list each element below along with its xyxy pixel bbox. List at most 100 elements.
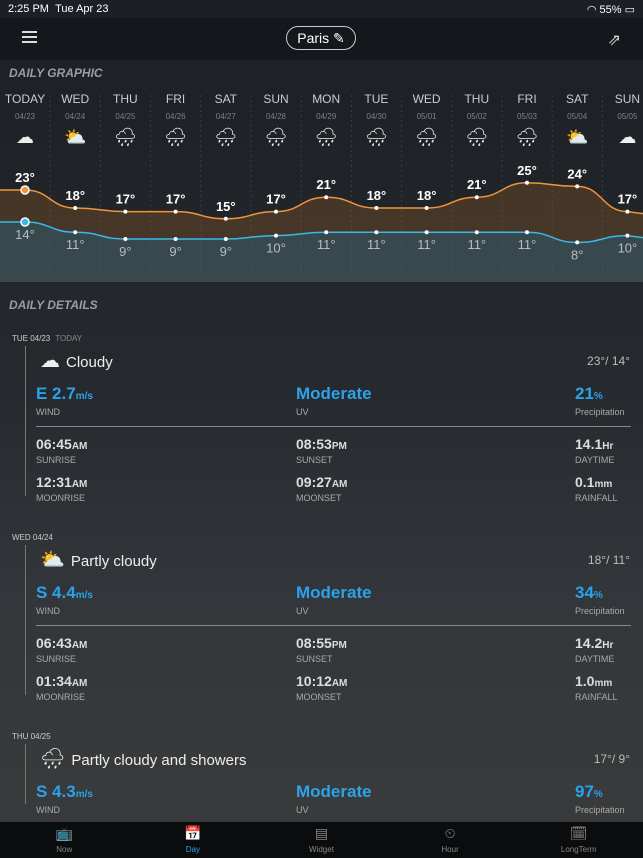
low-temp-label: 10° (266, 241, 286, 256)
day-date: 04/27 (215, 112, 236, 121)
day-column[interactable]: TODAY 04/23 ☁ (0, 92, 50, 148)
sunset-label: SUNSET (296, 654, 333, 664)
uv-value: Moderate (296, 782, 372, 801)
day-date: 05/01 (416, 112, 437, 121)
rain-label: RAINFALL (575, 692, 618, 702)
battery-icon: ▭ (624, 4, 635, 16)
day-column[interactable]: SAT 05/04 ⛅ (552, 92, 602, 148)
tab-label: Day (185, 845, 200, 854)
tab-widget[interactable]: ▤ Widget (257, 822, 386, 858)
day-name: SUN (263, 92, 289, 106)
tab-label: Now (56, 845, 73, 854)
day-column[interactable]: WED 05/01 🌧 (402, 92, 452, 148)
tab-longterm[interactable]: 🗓 LongTerm (514, 822, 643, 858)
tab-bar: 📺 Now 📅 Day ▤ Widget ⏲ Hour 🗓 LongTerm (0, 822, 643, 858)
uv-cell: Moderate UV (296, 583, 372, 616)
tab-now[interactable]: 📺 Now (0, 822, 129, 858)
low-point (223, 237, 228, 241)
partly-cloudy-icon: ⛅ (63, 127, 87, 147)
low-temp-label: 14° (15, 227, 35, 242)
low-point (525, 230, 529, 235)
rain-label: RAINFALL (575, 493, 618, 503)
precip-cell: 21% Precipitation (575, 384, 625, 417)
moonset-value: 09:27AM (296, 474, 348, 490)
high-temp-label: 18° (367, 188, 387, 203)
condition: 🌧 Partly cloudy and showers (40, 748, 247, 770)
clock-icon: ⏲ (444, 825, 456, 841)
divider (36, 625, 631, 626)
day-column[interactable]: SAT 04/27 🌧 (201, 92, 251, 148)
status-time: 2:25 PM (8, 3, 49, 15)
daily-graphic[interactable]: DAILY GRAPHIC 23° 18° 17° 17° 15° 17° 21° 18° 18… (0, 60, 643, 282)
daytime-cell: 14.2Hr DAYTIME (575, 635, 614, 664)
calendar-year-icon: 🗓 (569, 825, 588, 841)
high-temp-label: 18° (65, 188, 85, 203)
tab-hour[interactable]: ⏲ Hour (386, 822, 515, 858)
low-point (73, 230, 78, 235)
menu-icon[interactable] (22, 31, 37, 43)
day-column[interactable]: FRI 05/03 🌧 (502, 92, 552, 148)
showers-icon: 🌧 (465, 127, 489, 147)
day-column[interactable]: SUN 05/05 ☁ (602, 92, 643, 148)
low-temp-label: 11° (367, 237, 386, 252)
uv-cell: Moderate UV (296, 384, 372, 417)
moonset-cell: 10:12AM MOONSET (296, 673, 347, 702)
sunrise-label: SUNRISE (36, 654, 77, 664)
day-column[interactable]: SUN 04/28 🌧 (251, 92, 301, 148)
rain-cell: 0.1mm RAINFALL (575, 474, 618, 503)
rain-value: 1.0mm (575, 673, 613, 689)
low-temp-label: 11° (317, 237, 336, 252)
high-temp-label: 18° (417, 188, 437, 203)
city-selector[interactable]: Paris ✎ (286, 26, 356, 50)
rain-cell: 1.0mm RAINFALL (575, 673, 618, 702)
sunrise-label: SUNRISE (36, 455, 77, 465)
moonrise-label: MOONRISE (36, 493, 86, 503)
day-date: 04/25 (115, 112, 136, 121)
wind-value: S 4.4m/s (36, 583, 93, 602)
top-bar: Paris ✎ ⇗ (0, 18, 643, 60)
day-name: SAT (565, 92, 589, 106)
city-name: Paris (297, 30, 330, 46)
precip-value: 21% (575, 384, 603, 403)
status-bar: 2:25 PM Tue Apr 23 ◠ 55% ▭ (0, 0, 643, 18)
moonrise-value: 01:34AM (36, 673, 88, 689)
high-point (223, 216, 228, 221)
low-temp-label: 11° (467, 237, 486, 252)
high-point (474, 195, 479, 200)
share-icon[interactable]: ⇗ (608, 30, 621, 50)
day-column[interactable]: THU 05/02 🌧 (452, 92, 502, 148)
day-column[interactable]: TUE 04/30 🌧 (351, 92, 401, 148)
moonset-label: MOONSET (296, 692, 342, 702)
precip-value: 97% (575, 782, 603, 801)
daytime-label: DAYTIME (575, 455, 615, 465)
low-temp-label: 11° (66, 237, 85, 252)
day-column[interactable]: FRI 04/26 🌧 (151, 92, 201, 148)
day-column[interactable]: MON 04/29 🌧 (301, 92, 351, 148)
showers-icon: 🌧 (314, 127, 338, 147)
high-temp-label: 23° (15, 170, 35, 185)
cloudy-icon: ☁ (40, 350, 60, 372)
daytime-cell: 14.1Hr DAYTIME (575, 436, 614, 465)
condition: ⛅ Partly cloudy (40, 549, 157, 571)
day-column[interactable]: THU 04/25 🌧 (100, 92, 150, 148)
low-temp-label: 11° (518, 237, 537, 252)
calendar-day-icon: 📅 (184, 825, 202, 841)
moonset-label: MOONSET (296, 493, 342, 503)
day-date: THU 04/25 (12, 732, 51, 741)
low-point (20, 217, 30, 227)
condition: ☁ Cloudy (40, 350, 113, 372)
high-temp-label: 21° (316, 177, 336, 192)
day-name: THU (464, 92, 490, 106)
showers-icon: 🌧 (164, 127, 188, 147)
low-point (324, 230, 329, 235)
moonrise-cell: 12:31AM MOONRISE (36, 474, 87, 503)
high-point (424, 206, 429, 210)
high-low: 23°/ 14° (587, 354, 630, 368)
battery-level: 55% (599, 4, 622, 16)
showers-icon: 🌧 (415, 127, 439, 147)
high-point (324, 195, 329, 200)
tab-day[interactable]: 📅 Day (129, 822, 258, 858)
sunrise-cell: 06:45AM SUNRISE (36, 436, 87, 465)
day-column[interactable]: WED 04/24 ⛅ (50, 92, 100, 148)
sunrise-value: 06:43AM (36, 635, 88, 651)
